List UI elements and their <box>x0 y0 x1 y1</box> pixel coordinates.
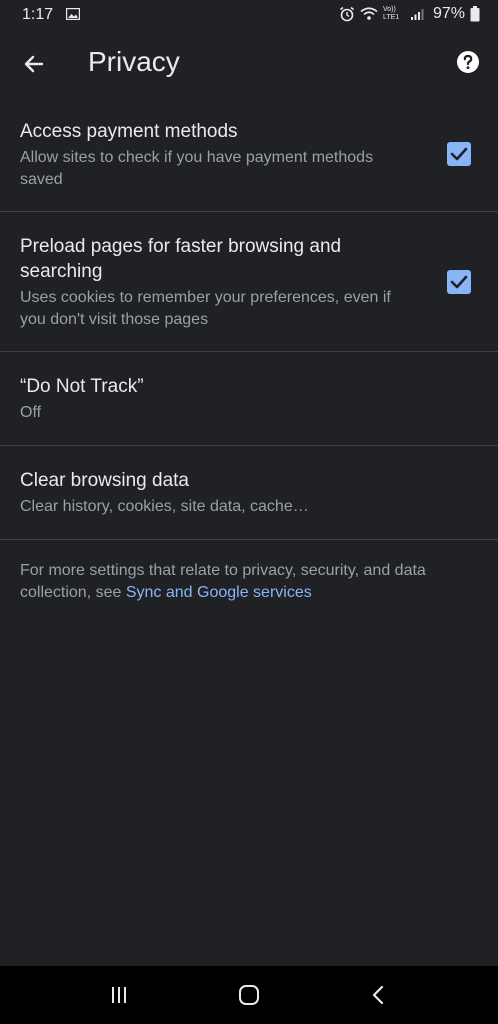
setting-title: “Do Not Track” <box>20 376 144 397</box>
setting-title: Clear browsing data <box>20 470 189 491</box>
status-icons: Vo)) LTE1 97% <box>339 5 480 23</box>
toolbar: Privacy <box>0 30 498 98</box>
check-icon <box>450 147 468 161</box>
signal-icon <box>410 9 424 20</box>
setting-summary: Allow sites to check if you have payment… <box>20 149 374 188</box>
preload-pages-checkbox[interactable] <box>447 270 471 294</box>
recent-apps-icon[interactable] <box>104 980 134 1010</box>
setting-clear-browsing-data[interactable]: Clear browsing data Clear history, cooki… <box>0 446 498 540</box>
setting-title: Preload pages for faster browsing and se… <box>20 236 342 282</box>
check-icon <box>450 275 468 289</box>
setting-summary: Clear history, cookies, site data, cache… <box>20 498 309 515</box>
sync-google-services-link[interactable]: Sync and Google services <box>126 584 312 601</box>
status-time: 1:17 <box>22 6 54 23</box>
setting-summary: Uses cookies to remember your preference… <box>20 289 391 328</box>
payment-methods-checkbox[interactable] <box>447 142 471 166</box>
arrow-left-icon[interactable] <box>20 50 48 78</box>
setting-do-not-track[interactable]: “Do Not Track” Off <box>0 352 498 446</box>
setting-summary: Off <box>20 404 42 421</box>
status-bar: 1:17 Vo)) LTE1 97% <box>0 0 498 30</box>
page-title: Privacy <box>88 46 180 77</box>
home-icon[interactable] <box>234 980 264 1010</box>
help-circle-icon[interactable] <box>456 50 480 74</box>
alarm-icon <box>339 6 354 22</box>
system-nav-bar <box>0 966 498 1024</box>
wifi-icon <box>360 7 378 20</box>
setting-access-payment-methods[interactable]: Access payment methods Allow sites to ch… <box>0 98 498 212</box>
back-nav-icon[interactable] <box>364 980 394 1010</box>
network-label: Vo)) LTE1 <box>382 6 400 21</box>
setting-title: Access payment methods <box>20 121 238 142</box>
gallery-notification-icon <box>66 8 80 20</box>
setting-preload-pages[interactable]: Preload pages for faster browsing and se… <box>0 212 498 352</box>
battery-icon <box>470 6 480 22</box>
battery-percentage: 97% <box>432 5 465 22</box>
footer-note: For more settings that relate to privacy… <box>20 560 460 604</box>
